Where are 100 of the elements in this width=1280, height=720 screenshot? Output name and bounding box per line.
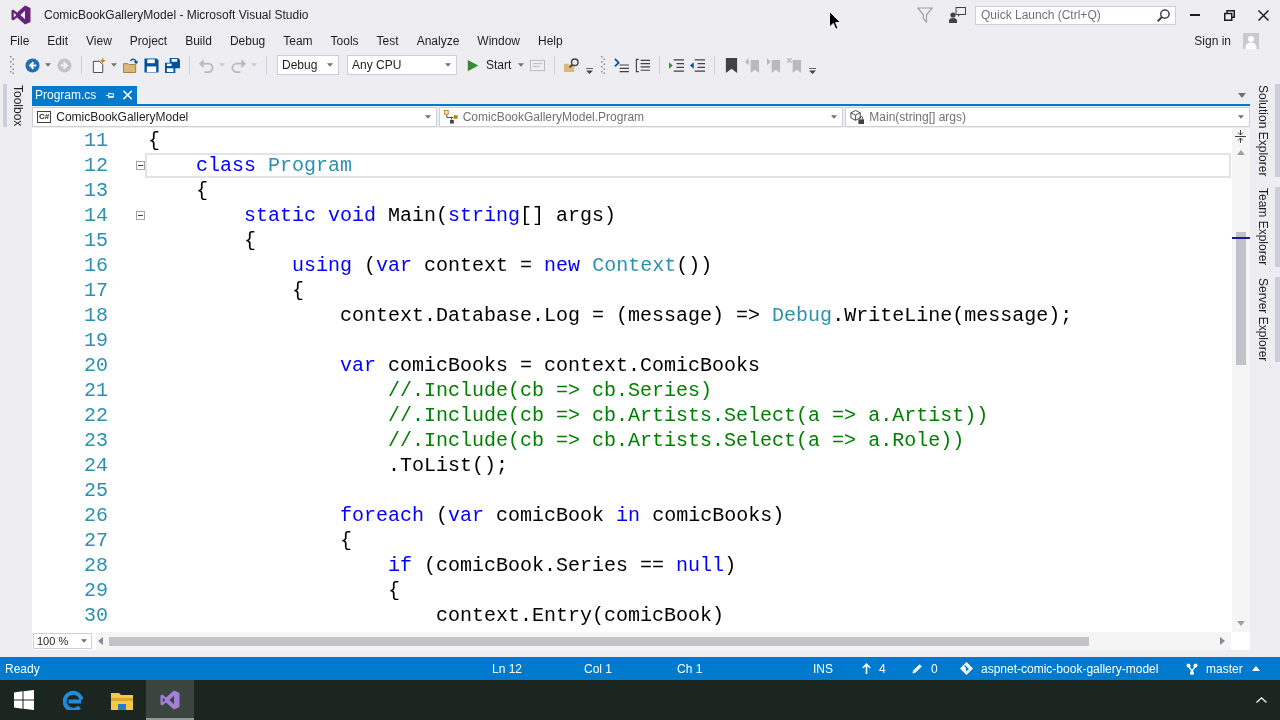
windows-logo-icon: [14, 690, 34, 710]
code-line: {: [292, 280, 305, 301]
code-line: {: [148, 130, 160, 151]
collapse-icon[interactable]: [136, 211, 145, 220]
pin-icon[interactable]: [106, 90, 115, 100]
document-tab[interactable]: Program.cs: [32, 86, 137, 104]
vs-logo-icon: [11, 5, 31, 25]
insert-mode-indicator: INS: [813, 661, 833, 676]
grip-icon[interactable]: [601, 56, 606, 74]
scrollbar-thumb[interactable]: [1236, 232, 1246, 365]
scrollbar-thumb[interactable]: [109, 636, 1089, 646]
side-panel-tab[interactable]: Team Explorer: [1253, 187, 1280, 267]
save-all-icon: [165, 57, 180, 73]
start-button[interactable]: Start: [461, 54, 528, 76]
pending-changes-button[interactable]: 0: [912, 661, 938, 676]
side-panel-tab[interactable]: Server Explorer: [1253, 276, 1280, 363]
platform-dropdown[interactable]: Any CPU: [347, 55, 457, 75]
code-line: if (comicBook.Series == null): [388, 555, 737, 576]
git-diamond-icon: [960, 662, 973, 675]
undo-icon: [199, 57, 214, 73]
notification-filter-icon[interactable]: [917, 7, 933, 23]
horizontal-scrollbar[interactable]: [96, 632, 1231, 650]
menu-item[interactable]: Debug: [220, 32, 275, 50]
bookmark-left-arrow-icon: [745, 57, 761, 73]
scroll-left-icon[interactable]: [98, 637, 103, 645]
line-number: 22: [83, 403, 109, 428]
collapse-icon[interactable]: [136, 161, 145, 170]
play-icon: [467, 58, 479, 72]
find-folder-icon: [564, 57, 580, 73]
menu-item[interactable]: Analyze: [407, 32, 469, 50]
sign-in-link[interactable]: Sign in: [1194, 34, 1231, 48]
side-panel-tab[interactable]: Solution Explorer: [1253, 84, 1280, 178]
code-line: {: [244, 230, 257, 251]
feedback-icon[interactable]: [949, 7, 966, 23]
class-icon: [443, 110, 458, 124]
indent-icon: [669, 57, 685, 73]
pencil-icon: [912, 663, 923, 674]
menu-item[interactable]: File: [1, 32, 39, 50]
caret-icon: [831, 115, 838, 119]
code-line: .ToList();: [388, 455, 509, 476]
line-number: 25: [83, 478, 109, 503]
menu-item[interactable]: Edit: [38, 32, 78, 50]
code-line: class Program: [196, 155, 353, 176]
line-number: 13: [83, 178, 109, 203]
configuration-dropdown[interactable]: Debug: [277, 55, 339, 75]
menu-item[interactable]: Project: [120, 32, 177, 50]
publish-arrow-icon[interactable]: [1252, 666, 1260, 671]
quick-launch-field[interactable]: Quick Launch (Ctrl+Q): [975, 5, 1176, 25]
line-number: 17: [83, 278, 109, 303]
line-number: 29: [83, 578, 109, 603]
branch-icon: [1186, 662, 1198, 675]
vertical-scrollbar[interactable]: [1232, 128, 1250, 632]
menu-item[interactable]: View: [77, 32, 121, 50]
outdent-icon: [690, 57, 706, 73]
save-icon: [144, 57, 159, 73]
menu-item[interactable]: Build: [176, 32, 221, 50]
code-line: foreach (var comicBook in comicBooks): [340, 505, 785, 526]
line-number: 11: [83, 128, 109, 153]
line-number: 16: [83, 253, 109, 278]
menu-item[interactable]: Help: [529, 32, 572, 50]
code-line: context.Database.Log = (message) => Debug.WriteLine(message);: [340, 305, 1073, 326]
step-arrow-icon: [614, 57, 630, 73]
branch-button[interactable]: master: [1186, 661, 1243, 676]
repository-button[interactable]: aspnet-comic-book-gallery-model: [960, 661, 1159, 676]
menu-item[interactable]: Window: [468, 32, 529, 50]
visual-studio-button[interactable]: [146, 680, 194, 720]
caret-position-marker: [1232, 237, 1250, 239]
code-line: //.Include(cb => cb.Artists.Select(a => a.Artist)): [388, 405, 989, 426]
up-arrow-icon: [862, 663, 871, 674]
zoom-dropdown[interactable]: 100 %: [33, 633, 92, 649]
grip-icon[interactable]: [10, 56, 14, 74]
method-lock-icon: [850, 110, 865, 124]
minimize-icon: [1190, 14, 1200, 16]
scroll-down-icon[interactable]: [1237, 621, 1245, 626]
window-title: ComicBookGalleryModel - Microsoft Visual Studio: [44, 8, 309, 22]
line-number: 30: [83, 603, 109, 628]
line-number: 24: [83, 453, 109, 478]
code-line: //.Include(cb => cb.Artists.Select(a => a.Role)): [388, 430, 965, 451]
line-number: 12: [83, 153, 109, 178]
bookmark-cross-icon: [787, 57, 803, 73]
menu-item[interactable]: Tools: [321, 32, 368, 50]
code-line: using (var context = new Context()): [292, 255, 713, 276]
scroll-up-icon[interactable]: [1237, 150, 1245, 155]
mouse-pointer-icon: [829, 11, 841, 30]
bookmark-right-arrow-icon: [766, 57, 782, 73]
chevron-up-icon[interactable]: [1256, 697, 1267, 703]
side-panel-tab[interactable]: Toolbox: [3, 84, 28, 128]
tab-list-icon[interactable]: [1238, 92, 1246, 98]
menu-item[interactable]: Test: [367, 32, 408, 50]
type-dropdown[interactable]: ComicBookGalleryModel.Program: [438, 107, 844, 127]
menu-item[interactable]: Team: [274, 32, 322, 50]
unpushed-commits-button[interactable]: 4: [862, 661, 886, 676]
overflow-icon: [586, 68, 594, 74]
close-icon[interactable]: [122, 90, 132, 100]
line-number: 21: [83, 378, 109, 403]
split-handle-icon[interactable]: [1235, 130, 1246, 143]
scroll-right-icon[interactable]: [1220, 637, 1225, 645]
member-dropdown[interactable]: Main(string[] args): [845, 107, 1250, 127]
folder-icon: [111, 690, 133, 710]
project-dropdown[interactable]: C# ComicBookGalleryModel: [32, 107, 437, 127]
